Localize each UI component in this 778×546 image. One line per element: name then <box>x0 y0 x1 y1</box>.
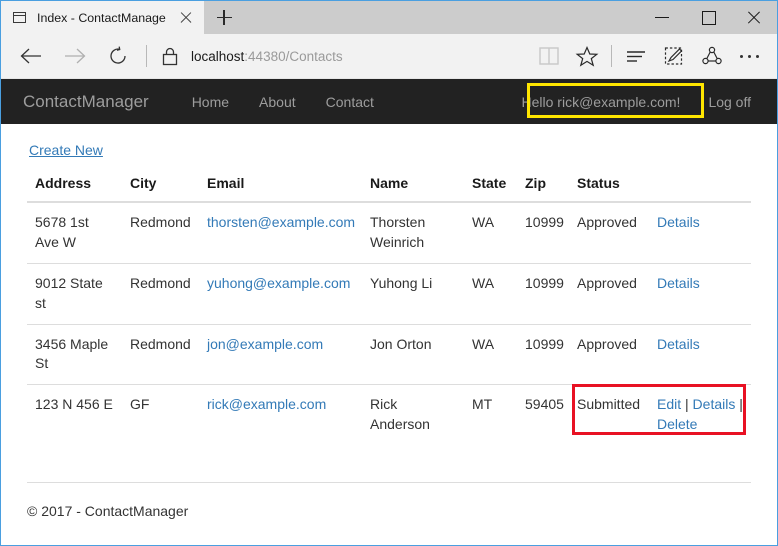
url-path: :44380/Contacts <box>244 49 342 64</box>
action-separator: | <box>681 396 692 412</box>
cell-actions: Edit | Details | Delete <box>649 385 751 445</box>
details-link[interactable]: Details <box>657 336 700 352</box>
share-icon[interactable] <box>693 38 731 74</box>
column-header-zip: Zip <box>517 170 569 202</box>
cell-actions: Details <box>649 263 751 324</box>
table-body: 5678 1st Ave W Redmond thorsten@example.… <box>27 202 751 445</box>
table-row: 123 N 456 E GF rick@example.com Rick And… <box>27 385 751 445</box>
table-row: 3456 Maple St Redmond jon@example.com Jo… <box>27 324 751 385</box>
table-row: 9012 State st Redmond yuhong@example.com… <box>27 263 751 324</box>
details-link[interactable]: Details <box>693 396 736 412</box>
toolbar-divider <box>146 45 147 67</box>
reading-view-icon[interactable] <box>530 38 568 74</box>
cell-zip: 59405 <box>517 385 569 445</box>
cell-state: WA <box>464 324 517 385</box>
cell-city: GF <box>122 385 199 445</box>
nav-link-contact[interactable]: Contact <box>311 94 389 110</box>
column-header-state: State <box>464 170 517 202</box>
brand-link[interactable]: ContactManager <box>23 92 149 112</box>
action-separator: | <box>735 396 743 412</box>
cell-state: WA <box>464 202 517 263</box>
contacts-table: Address City Email Name State Zip Status… <box>27 170 751 445</box>
browser-window: Index - ContactManage localhost:44380/Co… <box>0 0 778 546</box>
maximize-icon[interactable] <box>685 1 731 34</box>
column-header-address: Address <box>27 170 122 202</box>
cell-name: Yuhong Li <box>362 263 464 324</box>
web-note-icon[interactable] <box>655 38 693 74</box>
address-bar: localhost:44380/Contacts <box>1 34 777 79</box>
cell-city: Redmond <box>122 263 199 324</box>
table-header-row: Address City Email Name State Zip Status <box>27 170 751 202</box>
column-header-email: Email <box>199 170 362 202</box>
refresh-button[interactable] <box>97 38 141 74</box>
cell-email: yuhong@example.com <box>199 263 362 324</box>
favorites-star-icon[interactable] <box>568 38 606 74</box>
window-close-icon[interactable] <box>731 1 777 34</box>
cell-state: WA <box>464 263 517 324</box>
cell-city: Redmond <box>122 324 199 385</box>
cell-zip: 10999 <box>517 324 569 385</box>
email-link[interactable]: yuhong@example.com <box>207 275 350 291</box>
cell-email: rick@example.com <box>199 385 362 445</box>
cell-actions: Details <box>649 324 751 385</box>
tab-title: Index - ContactManage <box>37 11 174 25</box>
tab-strip: Index - ContactManage <box>1 1 777 34</box>
back-button[interactable] <box>9 38 53 74</box>
column-header-actions <box>649 170 751 202</box>
cell-status: Submitted <box>569 385 649 445</box>
url-host: localhost <box>191 49 244 64</box>
cell-state: MT <box>464 385 517 445</box>
lock-icon <box>152 38 186 74</box>
minimize-icon[interactable] <box>639 1 685 34</box>
logoff-link[interactable]: Log off <box>690 94 763 110</box>
table-row: 5678 1st Ave W Redmond thorsten@example.… <box>27 202 751 263</box>
email-link[interactable]: jon@example.com <box>207 336 323 352</box>
cell-zip: 10999 <box>517 202 569 263</box>
cell-email: thorsten@example.com <box>199 202 362 263</box>
window-controls <box>639 1 777 34</box>
hub-icon[interactable] <box>617 38 655 74</box>
column-header-city: City <box>122 170 199 202</box>
cell-name: Thorsten Weinrich <box>362 202 464 263</box>
details-link[interactable]: Details <box>657 214 700 230</box>
cell-address: 9012 State st <box>27 263 122 324</box>
nav-link-about[interactable]: About <box>244 94 311 110</box>
cell-status: Approved <box>569 202 649 263</box>
cell-status: Approved <box>569 263 649 324</box>
details-link[interactable]: Details <box>657 275 700 291</box>
tab-close-icon[interactable] <box>176 8 196 28</box>
browser-tab[interactable]: Index - ContactManage <box>1 1 204 34</box>
cell-name: Jon Orton <box>362 324 464 385</box>
cell-actions: Details <box>649 202 751 263</box>
cell-address: 5678 1st Ave W <box>27 202 122 263</box>
new-tab-button[interactable] <box>204 1 244 34</box>
cell-address: 3456 Maple St <box>27 324 122 385</box>
navbar-right: Hello rick@example.com! Log off <box>512 94 763 110</box>
cell-zip: 10999 <box>517 263 569 324</box>
toolbar-divider-2 <box>611 45 612 67</box>
edit-link[interactable]: Edit <box>657 396 681 412</box>
cell-status: Approved <box>569 324 649 385</box>
site-navbar: ContactManager Home About Contact Hello … <box>1 79 777 124</box>
page-content: Create New Address City Email Name State… <box>1 124 777 538</box>
email-link[interactable]: thorsten@example.com <box>207 214 355 230</box>
cell-name: Rick Anderson <box>362 385 464 445</box>
cell-email: jon@example.com <box>199 324 362 385</box>
table-head: Address City Email Name State Zip Status <box>27 170 751 202</box>
create-new-link[interactable]: Create New <box>29 142 103 158</box>
nav-link-home[interactable]: Home <box>177 94 244 110</box>
user-greeting[interactable]: Hello rick@example.com! <box>512 94 691 110</box>
page-footer: © 2017 - ContactManager <box>27 482 751 519</box>
forward-button[interactable] <box>53 38 97 74</box>
more-icon[interactable] <box>731 38 771 74</box>
cell-address: 123 N 456 E <box>27 385 122 445</box>
column-header-status: Status <box>569 170 649 202</box>
url-display[interactable]: localhost:44380/Contacts <box>186 49 530 64</box>
email-link[interactable]: rick@example.com <box>207 396 326 412</box>
page-icon <box>12 10 28 26</box>
cell-city: Redmond <box>122 202 199 263</box>
column-header-name: Name <box>362 170 464 202</box>
delete-link[interactable]: Delete <box>657 416 697 432</box>
